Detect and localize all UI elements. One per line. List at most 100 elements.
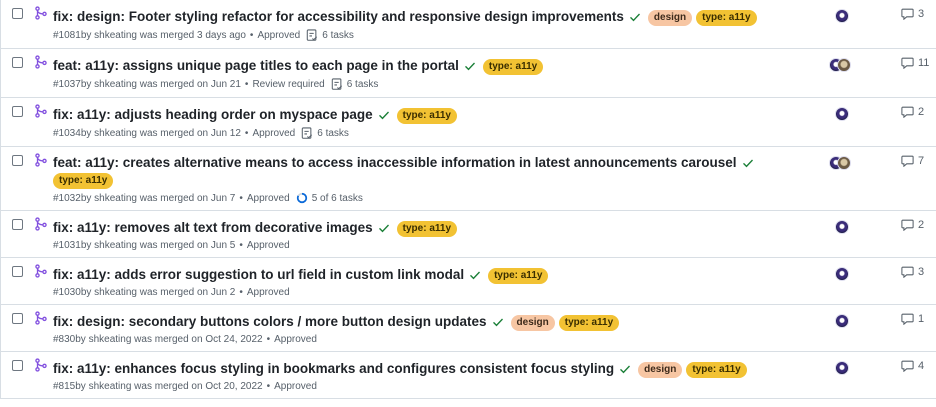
comment-count[interactable]: 4 xyxy=(901,360,924,372)
task-progress: 6 tasks xyxy=(301,127,349,140)
select-checkbox[interactable] xyxy=(12,155,23,166)
label-type-a11y[interactable]: type: a11y xyxy=(53,173,114,189)
git-merge-icon xyxy=(35,311,47,325)
comment-icon xyxy=(901,8,914,20)
label-type-a11y[interactable]: type: a11y xyxy=(396,221,458,237)
review-status[interactable]: Approved xyxy=(257,30,300,41)
label-group: type: a11y xyxy=(396,105,461,124)
select-checkbox[interactable] xyxy=(12,57,23,68)
pull-request-title[interactable]: feat: a11y: creates alternative means to… xyxy=(53,154,737,172)
assignee-avatars[interactable] xyxy=(835,220,849,234)
label-type-a11y[interactable]: type: a11y xyxy=(396,108,457,124)
comment-count[interactable]: 1 xyxy=(901,313,924,325)
comment-count[interactable]: 7 xyxy=(901,155,924,167)
label-type-a11y[interactable]: type: a11y xyxy=(696,10,757,26)
comment-count[interactable]: 3 xyxy=(901,266,924,278)
pull-request-meta: #1081 by shkeating was merged 3 days ago… xyxy=(53,29,796,42)
label-group: type: a11y xyxy=(482,56,547,75)
label-type-a11y[interactable]: type: a11y xyxy=(686,362,747,378)
assignee-avatars[interactable] xyxy=(829,156,851,170)
pull-request-number[interactable]: #815 xyxy=(53,381,75,392)
comment-icon xyxy=(901,155,914,167)
label-design[interactable]: design xyxy=(510,315,555,331)
avatar[interactable] xyxy=(837,58,851,72)
pull-request-title[interactable]: fix: design: Footer styling refactor for… xyxy=(53,8,624,26)
merged-info: by shkeating was merged on Oct 20, 2022 xyxy=(75,381,263,392)
assignee-avatars[interactable] xyxy=(829,58,851,72)
label-group: design type: a11y xyxy=(510,312,624,331)
select-checkbox[interactable] xyxy=(12,106,23,117)
pull-request-list: fix: design: Footer styling refactor for… xyxy=(0,0,936,399)
comment-count-value: 2 xyxy=(918,219,925,231)
label-type-a11y[interactable]: type: a11y xyxy=(482,59,544,75)
pull-request-number[interactable]: #830 xyxy=(53,334,75,345)
git-merge-icon xyxy=(35,358,47,372)
review-status[interactable]: Approved xyxy=(252,128,295,139)
assignee-avatars[interactable] xyxy=(835,107,849,121)
check-icon xyxy=(620,365,631,373)
select-checkbox[interactable] xyxy=(12,360,23,371)
avatar[interactable] xyxy=(835,107,849,121)
pull-request-number[interactable]: #1037 xyxy=(53,79,81,90)
select-checkbox[interactable] xyxy=(12,266,23,277)
label-group: type: a11y xyxy=(53,173,796,189)
pull-request-row: fix: a11y: adjusts heading order on mysp… xyxy=(0,98,936,147)
separator-dot: • xyxy=(249,30,254,41)
assignee-avatars[interactable] xyxy=(835,314,849,328)
comment-count[interactable]: 11 xyxy=(901,57,929,69)
pull-request-title[interactable]: fix: a11y: adjusts heading order on mysp… xyxy=(53,106,373,124)
task-count: 6 tasks xyxy=(317,128,349,139)
pull-request-number[interactable]: #1031 xyxy=(53,240,81,251)
git-merge-icon xyxy=(35,55,47,69)
label-design[interactable]: design xyxy=(647,10,693,26)
comment-count[interactable]: 2 xyxy=(901,106,924,118)
separator-dot: • xyxy=(244,79,249,90)
comment-count[interactable]: 2 xyxy=(901,219,924,231)
avatar[interactable] xyxy=(837,156,851,170)
avatar[interactable] xyxy=(835,220,849,234)
comment-icon xyxy=(901,106,914,118)
tasklist-icon xyxy=(302,127,313,139)
label-design[interactable]: design xyxy=(638,362,683,378)
avatar[interactable] xyxy=(835,361,849,375)
pull-request-meta: #1034 by shkeating was merged on Jun 12 … xyxy=(53,127,796,140)
tasklist-icon xyxy=(307,29,318,41)
assignee-avatars[interactable] xyxy=(835,267,849,281)
label-type-a11y[interactable]: type: a11y xyxy=(488,268,549,284)
pull-request-meta: #1032 by shkeating was merged on Jun 7 •… xyxy=(53,192,796,204)
pull-request-number[interactable]: #1030 xyxy=(53,287,81,298)
review-status[interactable]: Approved xyxy=(247,287,290,298)
comment-count-value: 11 xyxy=(918,57,930,69)
pull-request-title[interactable]: feat: a11y: assigns unique page titles t… xyxy=(53,57,459,75)
pull-request-meta: #1037 by shkeating was merged on Jun 21 … xyxy=(53,78,796,91)
avatar[interactable] xyxy=(835,314,849,328)
review-status[interactable]: Approved xyxy=(274,381,317,392)
check-icon xyxy=(629,13,640,21)
check-icon xyxy=(470,271,481,279)
assignee-avatars[interactable] xyxy=(835,361,849,375)
pull-request-meta: #1031 by shkeating was merged on Jun 5 •… xyxy=(53,240,796,251)
pull-request-title[interactable]: fix: a11y: removes alt text from decorat… xyxy=(53,219,373,237)
review-status[interactable]: Review required xyxy=(252,79,324,90)
pull-request-number[interactable]: #1081 xyxy=(53,30,81,41)
select-checkbox[interactable] xyxy=(12,313,23,324)
merged-info: by shkeating was merged on Oct 24, 2022 xyxy=(75,334,263,345)
progress-ring-icon xyxy=(296,192,307,204)
label-type-a11y[interactable]: type: a11y xyxy=(558,315,620,331)
pull-request-number[interactable]: #1034 xyxy=(53,128,81,139)
pull-request-title[interactable]: fix: design: secondary buttons colors / … xyxy=(53,313,487,331)
select-checkbox[interactable] xyxy=(12,8,23,19)
review-status[interactable]: Approved xyxy=(247,240,290,251)
assignee-avatars[interactable] xyxy=(835,9,849,23)
comment-icon xyxy=(901,313,914,325)
pull-request-title[interactable]: fix: a11y: adds error suggestion to url … xyxy=(53,266,464,284)
review-status[interactable]: Approved xyxy=(247,193,290,204)
select-checkbox[interactable] xyxy=(12,219,23,230)
avatar[interactable] xyxy=(835,267,849,281)
avatar[interactable] xyxy=(835,9,849,23)
pull-request-number[interactable]: #1032 xyxy=(53,193,81,204)
pull-request-title[interactable]: fix: a11y: enhances focus styling in boo… xyxy=(53,360,614,378)
review-status[interactable]: Approved xyxy=(274,334,317,345)
comment-count-value: 1 xyxy=(918,313,925,325)
comment-count[interactable]: 3 xyxy=(901,8,924,20)
